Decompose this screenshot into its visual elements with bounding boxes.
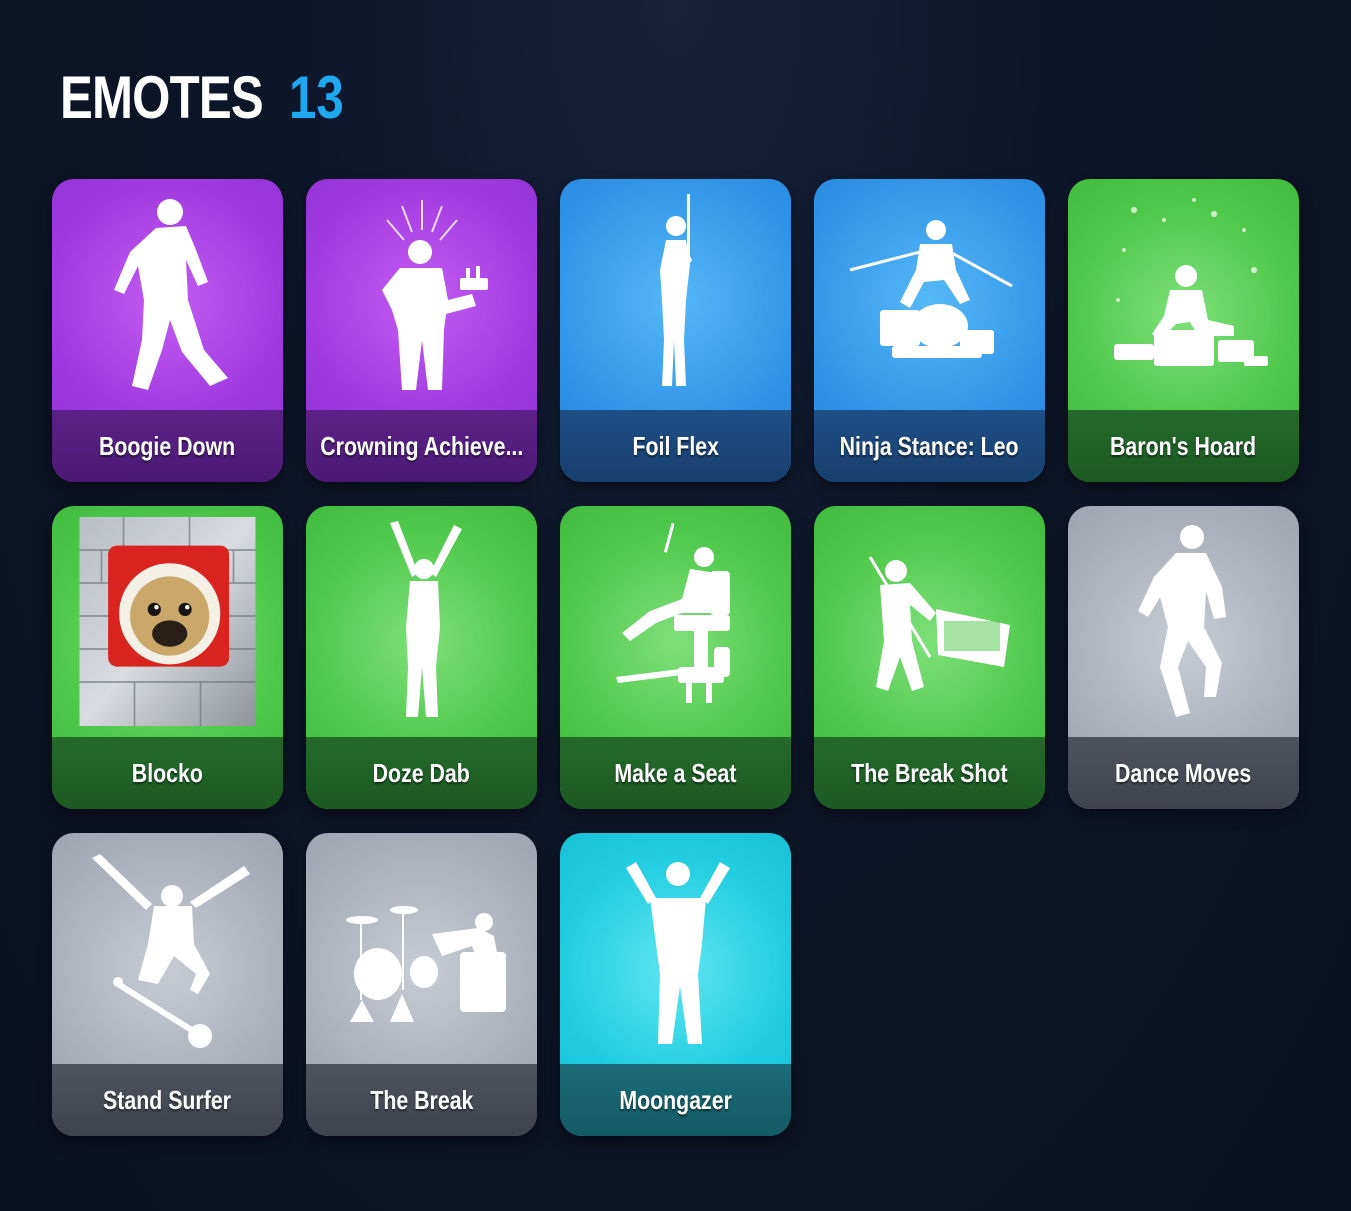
emote-name: Boogie Down — [52, 410, 283, 482]
emote-name: Crowning Achieve... — [306, 410, 537, 482]
emote-count: 13 — [289, 63, 345, 131]
emote-card-moongazer[interactable]: Moongazer — [560, 833, 791, 1136]
emote-name: Blocko — [52, 737, 283, 809]
dancing-figure-icon — [1068, 506, 1299, 737]
emote-card-the-break[interactable]: The Break — [306, 833, 537, 1136]
emote-name: Make a Seat — [560, 737, 791, 809]
dancing-figure-icon — [52, 179, 283, 410]
figure-with-cake-icon — [306, 179, 537, 410]
emote-grid: Boogie Down Crowning Achieve... Foil Fle… — [52, 179, 1300, 1136]
emote-name: The Break Shot — [814, 737, 1045, 809]
figure-on-chair-icon — [560, 506, 791, 737]
emote-name: The Break — [306, 1064, 537, 1136]
pointing-figure-icon — [560, 833, 791, 1064]
figure-sitting-on-treasure-icon — [1068, 179, 1299, 410]
pug-spray-icon — [52, 506, 283, 737]
emote-card-blocko[interactable]: Blocko — [52, 506, 283, 809]
figure-playing-pool-icon — [814, 506, 1045, 737]
page-title: EMOTES — [60, 63, 264, 131]
skateboard-figure-icon — [52, 833, 283, 1064]
emote-card-make-a-seat[interactable]: Make a Seat — [560, 506, 791, 809]
emote-card-the-break-shot[interactable]: The Break Shot — [814, 506, 1045, 809]
emote-card-ninja-stance-leo[interactable]: Ninja Stance: Leo — [814, 179, 1045, 482]
emote-card-doze-dab[interactable]: Doze Dab — [306, 506, 537, 809]
emote-name: Dance Moves — [1068, 737, 1299, 809]
emote-name: Doze Dab — [306, 737, 537, 809]
emote-card-barons-hoard[interactable]: Baron's Hoard — [1068, 179, 1299, 482]
emote-card-dance-moves[interactable]: Dance Moves — [1068, 506, 1299, 809]
emote-name: Stand Surfer — [52, 1064, 283, 1136]
emote-card-stand-surfer[interactable]: Stand Surfer — [52, 833, 283, 1136]
emote-card-crowning-achievement[interactable]: Crowning Achieve... — [306, 179, 537, 482]
arms-raised-figure-icon — [306, 506, 537, 737]
ninja-figure-icon — [814, 179, 1045, 410]
figure-with-sword-icon — [560, 179, 791, 410]
emote-card-boogie-down[interactable]: Boogie Down — [52, 179, 283, 482]
drum-kit-figure-icon — [306, 833, 537, 1064]
emote-card-foil-flex[interactable]: Foil Flex — [560, 179, 791, 482]
emote-name: Foil Flex — [560, 410, 791, 482]
emote-name: Baron's Hoard — [1068, 410, 1299, 482]
emote-name: Ninja Stance: Leo — [814, 410, 1045, 482]
emotes-header: EMOTES 13 — [60, 62, 356, 132]
emote-name: Moongazer — [560, 1064, 791, 1136]
